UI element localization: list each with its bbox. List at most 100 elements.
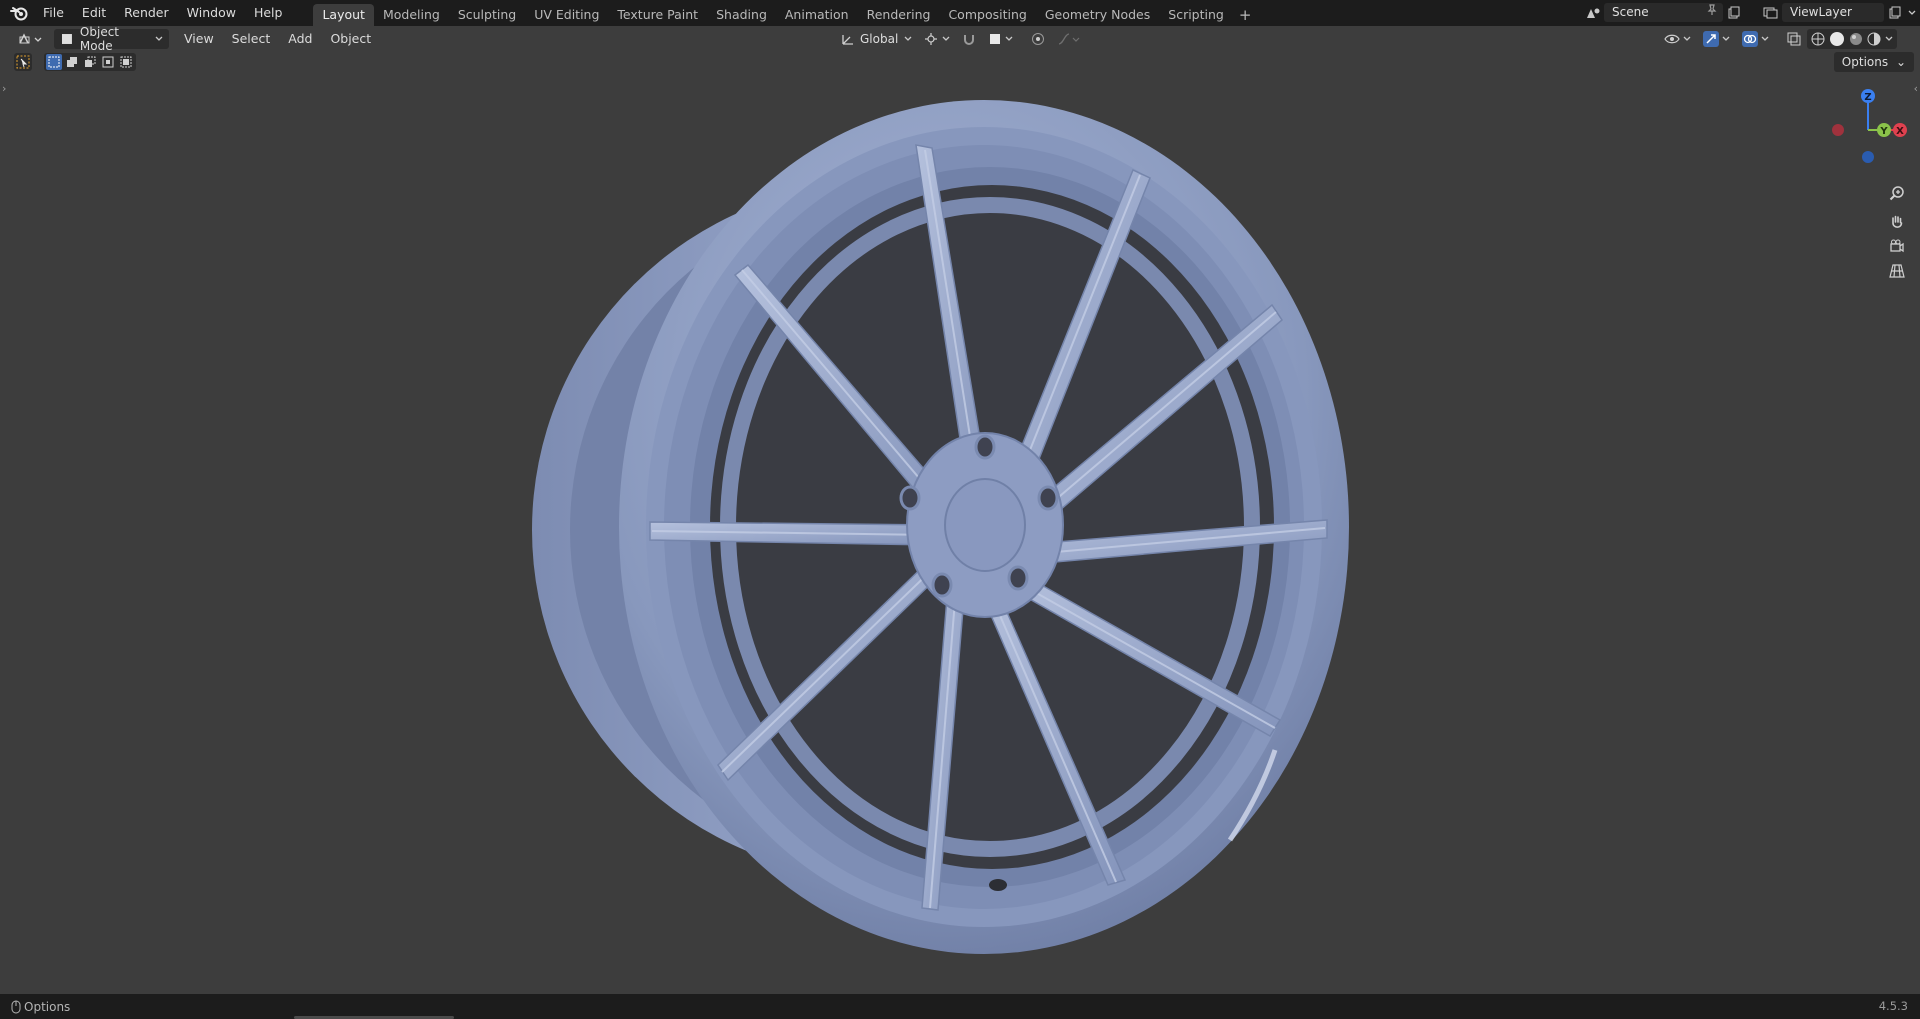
toolbar-expand-arrow[interactable]: › [2, 82, 6, 95]
tab-sculpting[interactable]: Sculpting [449, 4, 525, 26]
rendered-shading-icon[interactable] [1867, 32, 1881, 46]
status-options[interactable]: Options [10, 1000, 70, 1014]
y-axis-label: Y [1879, 126, 1888, 137]
scene-name: Scene [1612, 5, 1649, 19]
sidebar-expand-arrow[interactable]: ‹ [1914, 82, 1918, 95]
tab-geometry-nodes[interactable]: Geometry Nodes [1036, 4, 1159, 26]
tab-rendering[interactable]: Rendering [858, 4, 940, 26]
mode-dropdown[interactable]: Object Mode [54, 25, 169, 53]
xray-icon [1787, 32, 1801, 46]
snap-toggle[interactable] [956, 29, 982, 49]
select-invert-icon[interactable] [100, 54, 116, 70]
pan-button[interactable] [1884, 209, 1910, 235]
solid-shading-icon[interactable] [1829, 31, 1845, 47]
falloff-dropdown[interactable] [1051, 29, 1087, 49]
chevron-down-icon[interactable] [1885, 36, 1893, 42]
chevron-down-icon [1722, 36, 1730, 41]
x-axis-label: X [1896, 126, 1904, 137]
menu-select[interactable]: Select [223, 29, 280, 49]
gizmo-icon [1703, 31, 1719, 47]
top-bar: File Edit Render Window Help Layout Mode… [0, 0, 1920, 26]
chevron-down-icon: ⌄ [1895, 55, 1906, 69]
tab-shading[interactable]: Shading [707, 4, 776, 26]
pivot-point-dropdown[interactable] [918, 29, 956, 49]
select-extend-icon[interactable] [64, 54, 80, 70]
3d-viewport[interactable]: › ‹ Z X Y [0, 52, 1920, 994]
view-layer-name-field[interactable]: ViewLayer [1782, 3, 1884, 22]
hand-icon [1892, 215, 1903, 228]
view-layer-name: ViewLayer [1790, 5, 1852, 19]
neg-z-axis-handle[interactable] [1862, 151, 1874, 163]
scene-name-field[interactable]: Scene [1604, 3, 1723, 22]
pin-icon[interactable] [1707, 3, 1717, 22]
scene-selector: Scene [1582, 2, 1745, 23]
add-workspace-button[interactable]: + [1233, 4, 1258, 26]
tab-animation[interactable]: Animation [776, 4, 858, 26]
menu-object[interactable]: Object [321, 29, 380, 49]
blender-logo-icon[interactable] [8, 2, 30, 24]
options-dropdown[interactable]: Options ⌄ [1833, 52, 1914, 72]
transform-tools: Global [835, 26, 1087, 52]
new-view-layer-icon[interactable] [1884, 3, 1906, 22]
chevron-down-icon [1683, 36, 1691, 41]
cursor-select-icon [16, 55, 30, 69]
perspective-toggle-button[interactable] [1884, 258, 1910, 284]
menu-help[interactable]: Help [245, 0, 292, 26]
overlays-toggle[interactable] [1736, 29, 1775, 49]
main-menu: File Edit Render Window Help [34, 0, 291, 26]
view-layer-icon[interactable] [1760, 3, 1782, 22]
tab-layout[interactable]: Layout [313, 4, 374, 26]
wireframe-shading-icon[interactable] [1811, 32, 1825, 46]
tab-modeling[interactable]: Modeling [374, 4, 449, 26]
overlays-icon [1742, 31, 1758, 47]
camera-icon [1890, 239, 1904, 253]
eye-icon [1664, 34, 1680, 44]
orientation-icon [842, 35, 853, 45]
workspace-tabs: Layout Modeling Sculpting UV Editing Tex… [313, 0, 1257, 26]
camera-view-button[interactable] [1884, 233, 1910, 259]
material-preview-icon[interactable] [1849, 32, 1863, 46]
wheel-model[interactable] [0, 52, 1920, 994]
visibility-dropdown[interactable] [1658, 29, 1697, 49]
zoom-button[interactable] [1884, 180, 1910, 206]
menu-add[interactable]: Add [279, 29, 321, 49]
neg-x-axis-handle[interactable] [1832, 124, 1844, 136]
select-new-icon[interactable] [46, 54, 62, 70]
snap-target-dropdown[interactable] [982, 29, 1019, 49]
snap-increment-icon [990, 34, 1001, 44]
gizmo-toggle[interactable] [1697, 29, 1736, 49]
view-layer-selector: ViewLayer [1760, 2, 1918, 23]
object-mode-icon [61, 34, 72, 44]
magnet-icon [964, 35, 975, 45]
chevron-down-icon [1761, 36, 1769, 41]
orientation-label: Global [860, 32, 899, 46]
scene-icon[interactable] [1582, 3, 1604, 22]
falloff-curve-icon [1059, 33, 1080, 45]
zoom-icon [1889, 186, 1904, 201]
select-tool-button[interactable] [14, 53, 32, 71]
mouse-icon [11, 1000, 21, 1013]
tab-texture-paint[interactable]: Texture Paint [608, 4, 707, 26]
menu-view[interactable]: View [175, 29, 223, 49]
tab-compositing[interactable]: Compositing [939, 4, 1035, 26]
chevron-down-icon[interactable] [1906, 3, 1918, 22]
menu-render[interactable]: Render [115, 0, 178, 26]
menu-window[interactable]: Window [178, 0, 245, 26]
select-intersect-icon[interactable] [118, 54, 134, 70]
xray-toggle[interactable] [1781, 29, 1807, 49]
menu-edit[interactable]: Edit [73, 0, 115, 26]
proportional-edit-icon [1032, 33, 1045, 45]
menu-file[interactable]: File [34, 0, 73, 26]
proportional-editing-toggle[interactable] [1025, 29, 1051, 49]
select-subtract-icon[interactable] [82, 54, 98, 70]
selection-mode-group [44, 53, 136, 71]
navigation-gizmo[interactable]: Z X Y [1826, 80, 1910, 170]
new-scene-icon[interactable] [1723, 3, 1745, 22]
editor-type-button[interactable] [12, 29, 50, 49]
tab-scripting[interactable]: Scripting [1159, 4, 1233, 26]
grid-icon [1889, 264, 1905, 278]
tab-uv-editing[interactable]: UV Editing [525, 4, 608, 26]
pivot-icon [925, 33, 938, 45]
tool-settings-row [14, 52, 136, 72]
transform-orientation-dropdown[interactable]: Global [835, 29, 918, 49]
